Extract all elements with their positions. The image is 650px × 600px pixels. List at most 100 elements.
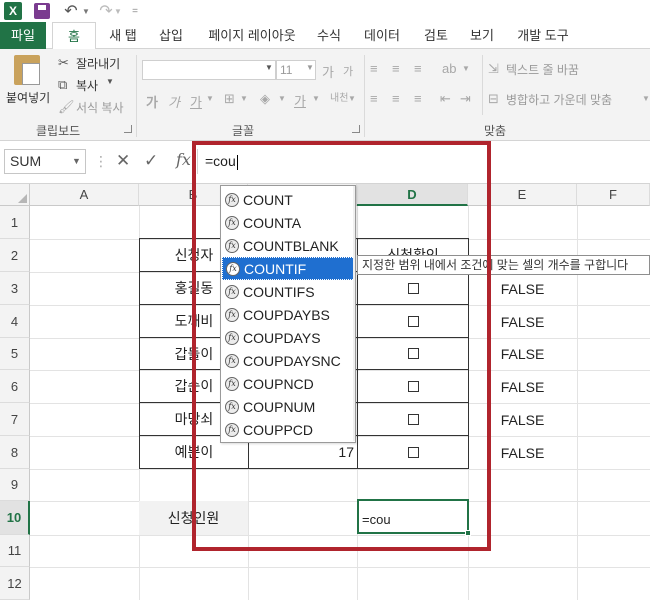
row-header-6[interactable]: 6 (0, 370, 30, 403)
cell-d6[interactable] (357, 369, 469, 403)
tab-data[interactable]: 데이터 (354, 22, 410, 49)
column-header-f[interactable]: F (577, 184, 650, 206)
cut-icon[interactable]: ✂ (58, 55, 69, 71)
merge-dropdown-icon[interactable]: ▼ (642, 94, 650, 103)
autocomplete-item[interactable]: fx COUPDAYBS (222, 303, 355, 326)
checkbox[interactable] (407, 348, 419, 359)
cell-e3[interactable]: FALSE (468, 272, 577, 305)
autocomplete-item[interactable]: fx COUPDAYSNC (222, 349, 355, 372)
row-header-7[interactable]: 7 (0, 403, 30, 436)
cell-d8[interactable] (357, 435, 469, 469)
format-painter-icon[interactable]: 🖌 (58, 99, 75, 115)
formula-input[interactable]: =cou (197, 149, 650, 174)
merge-center-button[interactable]: 병합하고 가운데 맞춤 (506, 91, 612, 108)
row-header-9[interactable]: 9 (0, 469, 30, 501)
phonetic-icon[interactable]: 내천 (330, 89, 348, 104)
border-dropdown-icon[interactable]: ▼ (240, 94, 248, 103)
tab-insert[interactable]: 삽입 (150, 22, 192, 49)
bold-button[interactable]: 가 (146, 92, 158, 111)
enter-icon[interactable]: ✓ (144, 151, 158, 171)
column-header-a[interactable]: A (30, 184, 139, 206)
select-all-corner[interactable] (0, 184, 30, 206)
fill-color-icon[interactable]: ◈ (260, 91, 270, 107)
redo-icon[interactable]: ↷ (96, 2, 116, 20)
row-header-10[interactable]: 10 (0, 501, 30, 535)
font-size-dropdown-icon[interactable]: ▼ (306, 63, 314, 72)
checkbox[interactable] (407, 380, 419, 392)
checkbox[interactable] (407, 315, 419, 327)
fill-handle[interactable] (465, 530, 471, 536)
align-middle-icon[interactable]: ≡ (392, 61, 400, 76)
italic-button[interactable]: 가 (168, 92, 180, 111)
checkbox[interactable] (407, 413, 419, 425)
font-name-dropdown[interactable] (142, 60, 276, 80)
row-header-2[interactable]: 2 (0, 239, 30, 272)
autocomplete-item[interactable]: fx COUNTA (222, 211, 355, 234)
wrap-text-button[interactable]: 텍스트 줄 바꿈 (506, 61, 579, 78)
cell-b10[interactable]: 신청인원 (139, 501, 248, 535)
copy-button[interactable]: 복사 (76, 77, 98, 94)
tab-page-layout[interactable]: 페이지 레이아웃 (198, 22, 306, 49)
column-header-d[interactable]: D (357, 184, 468, 206)
decrease-indent-icon[interactable]: ⇤ (440, 91, 451, 107)
undo-dropdown-icon[interactable]: ▼ (82, 2, 90, 20)
tab-review[interactable]: 검토 (416, 22, 456, 49)
tab-formulas[interactable]: 수식 (310, 22, 348, 49)
formula-bar-grip-icon[interactable]: ⋮ (94, 153, 108, 170)
autocomplete-item[interactable]: fx COUPNCD (222, 372, 355, 395)
autocomplete-item[interactable]: fx COUPPCD (222, 418, 355, 441)
font-grow-icon[interactable]: 가 (322, 62, 334, 81)
row-header-1[interactable]: 1 (0, 206, 30, 239)
wrap-text-icon[interactable]: ⇲ (488, 61, 499, 77)
autocomplete-item[interactable]: fx COUPNUM (222, 395, 355, 418)
cell-d4[interactable] (357, 304, 469, 338)
font-name-dropdown-icon[interactable]: ▼ (265, 63, 273, 72)
insert-function-icon[interactable]: fx (176, 150, 191, 169)
name-box-dropdown-icon[interactable]: ▼ (72, 149, 81, 174)
autocomplete-item[interactable]: fx COUPDAYS (222, 326, 355, 349)
redo-dropdown-icon[interactable]: ▼ (114, 2, 122, 20)
font-launcher-icon[interactable] (352, 125, 360, 133)
function-autocomplete-list[interactable]: fx COUNT fx COUNTA fx COUNTBLANK fx COUNTIF … (220, 185, 356, 443)
copy-dropdown-icon[interactable]: ▼ (106, 77, 114, 86)
autocomplete-item[interactable]: fx COUNTBLANK (222, 234, 355, 257)
font-color-icon[interactable]: 가 (294, 91, 306, 110)
orientation-dropdown-icon[interactable]: ▼ (462, 64, 470, 73)
cell-e4[interactable]: FALSE (468, 305, 577, 338)
checkbox[interactable] (407, 282, 419, 294)
align-top-icon[interactable]: ≡ (370, 61, 378, 76)
row-header-5[interactable]: 5 (0, 338, 30, 370)
clipboard-launcher-icon[interactable] (124, 125, 132, 133)
format-painter-button[interactable]: 서식 복사 (76, 99, 124, 116)
cancel-icon[interactable]: ✕ (116, 151, 130, 171)
increase-indent-icon[interactable]: ⇥ (460, 91, 471, 107)
align-left-icon[interactable]: ≡ (370, 91, 378, 106)
font-shrink-icon[interactable]: 가 (343, 63, 353, 79)
cell-e8[interactable]: FALSE (468, 436, 577, 469)
column-header-e[interactable]: E (468, 184, 577, 206)
cell-e6[interactable]: FALSE (468, 370, 577, 403)
tab-new[interactable]: 새 탭 (100, 22, 146, 49)
phonetic-dropdown-icon[interactable]: ▼ (348, 94, 356, 103)
undo-icon[interactable]: ↶ (60, 2, 82, 20)
border-icon[interactable]: ⊞ (224, 91, 235, 107)
row-header-12[interactable]: 12 (0, 567, 30, 600)
font-color-dropdown-icon[interactable]: ▼ (312, 94, 320, 103)
underline-button[interactable]: 가 (190, 92, 202, 111)
row-header-8[interactable]: 8 (0, 436, 30, 469)
autocomplete-item[interactable]: fx COUNT (222, 188, 355, 211)
copy-icon[interactable]: ⧉ (58, 77, 67, 93)
align-center-icon[interactable]: ≡ (392, 91, 400, 106)
row-header-11[interactable]: 11 (0, 535, 30, 567)
autocomplete-item[interactable]: fx COUNTIFS (222, 280, 355, 303)
cell-d5[interactable] (357, 337, 469, 370)
underline-dropdown-icon[interactable]: ▼ (206, 94, 214, 103)
cell-d7[interactable] (357, 402, 469, 436)
cell-e5[interactable]: FALSE (468, 338, 577, 370)
orientation-icon[interactable]: ab (442, 61, 456, 76)
paste-button[interactable]: 붙여넣기 (6, 89, 50, 106)
checkbox[interactable] (407, 446, 419, 458)
customize-toolbar-icon[interactable]: = (130, 2, 140, 20)
row-header-4[interactable]: 4 (0, 305, 30, 338)
merge-center-icon[interactable]: ⊟ (488, 91, 499, 107)
